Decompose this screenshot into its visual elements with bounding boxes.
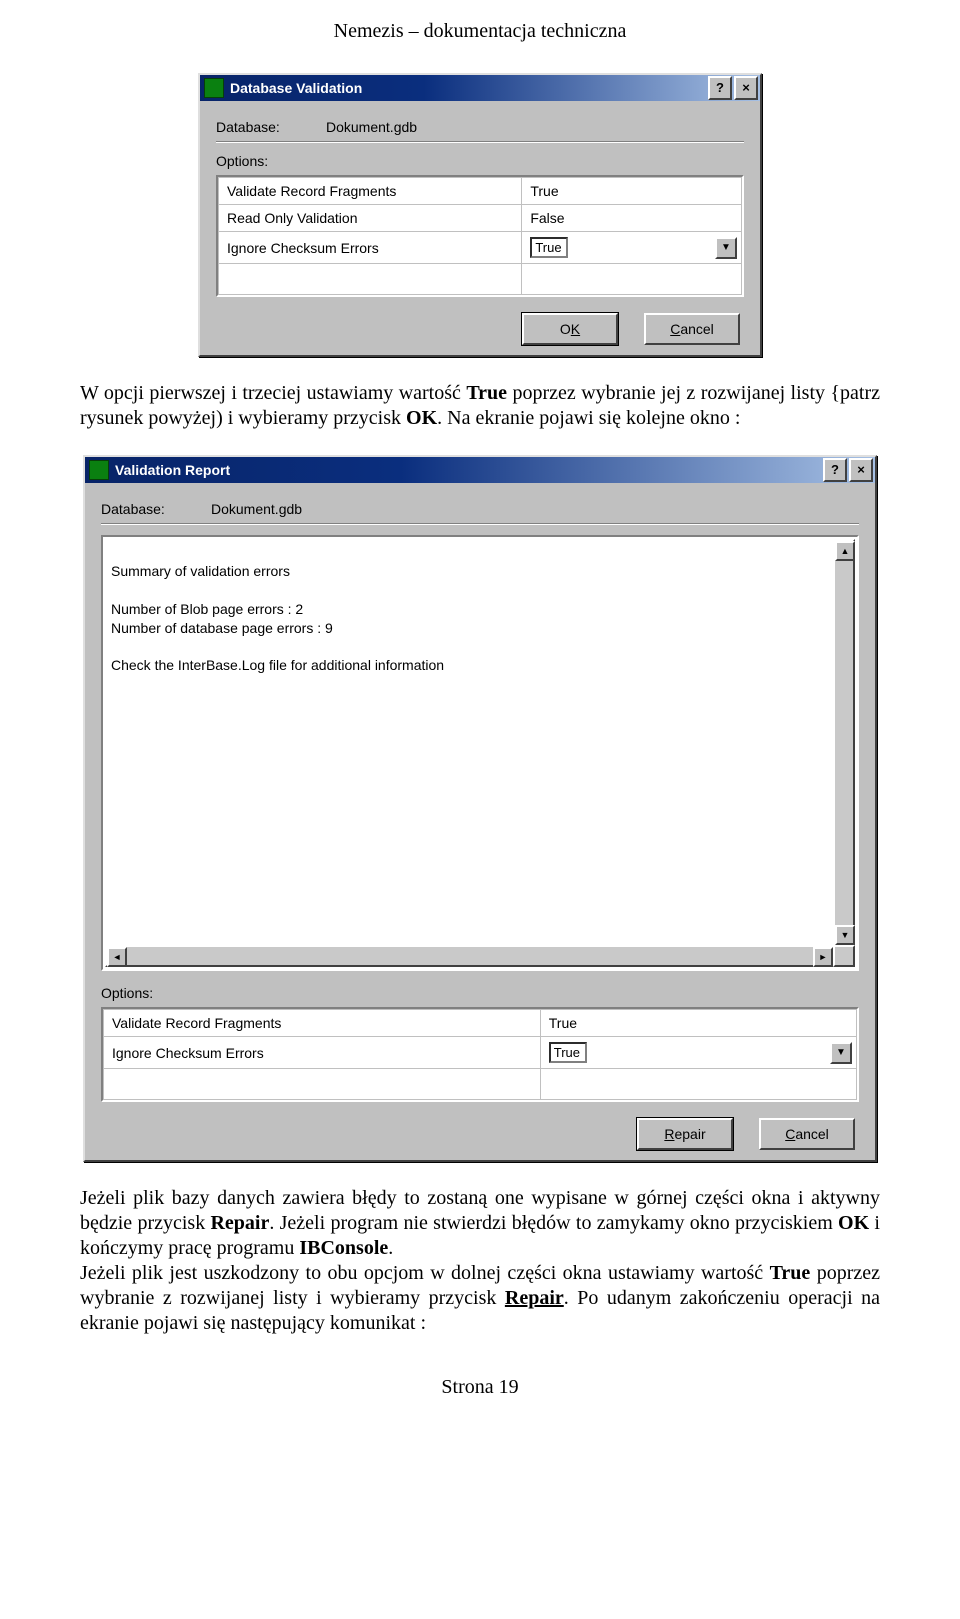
option-row: Validate Record Fragments True [219,178,742,205]
option-value: False [530,210,564,226]
divider [101,523,859,525]
option-row: Ignore Checksum Errors True ▼ [219,232,742,264]
database-value: Dokument.gdb [326,119,417,135]
database-value: Dokument.gdb [211,501,302,517]
option-value: True [530,183,558,199]
document-header: Nemezis – dokumentacja techniczna [80,20,880,43]
scroll-right-icon[interactable]: ► [813,947,833,967]
help-icon[interactable]: ? [823,458,847,482]
option-row: Read Only Validation False [219,205,742,232]
report-text: Summary of validation errors Number of B… [111,563,444,673]
empty-cell [219,264,522,295]
window-title: Validation Report [115,462,230,478]
option-name: Validate Record Fragments [219,178,522,205]
divider [216,141,744,143]
window-icon [204,78,224,98]
titlebar: Validation Report ? × [85,457,875,483]
options-label: Options: [101,985,859,1001]
option-row: Ignore Checksum Errors True ▼ [104,1037,857,1069]
options-grid: Validate Record Fragments True Read Only… [216,175,744,297]
empty-cell [540,1069,856,1100]
paragraph: W opcji pierwszej i trzeciej ustawiamy w… [80,381,880,431]
page-number: Strona 19 [80,1376,880,1399]
database-label: Database: [101,501,211,517]
scrollbar-horizontal[interactable]: ◄ ► [105,945,835,967]
option-value: True [549,1015,577,1031]
option-value-cell[interactable]: False [522,205,742,232]
option-row: Validate Record Fragments True [104,1010,857,1037]
chevron-down-icon[interactable]: ▼ [830,1042,852,1064]
option-value-cell[interactable]: True ▼ [522,232,742,264]
report-textarea[interactable]: Summary of validation errors Number of B… [101,535,859,971]
ok-button[interactable]: OK [522,313,618,345]
option-name: Validate Record Fragments [104,1010,541,1037]
scrollbar-corner [833,945,855,967]
option-value-cell[interactable]: True [540,1010,856,1037]
option-value-selected: True [549,1042,587,1063]
cancel-button[interactable]: Cancel [644,313,740,345]
close-icon[interactable]: × [849,458,873,482]
option-name: Ignore Checksum Errors [219,232,522,264]
repair-button[interactable]: Repair [637,1118,733,1150]
option-name: Ignore Checksum Errors [104,1037,541,1069]
titlebar: Database Validation ? × [200,75,760,101]
window-title: Database Validation [230,80,362,96]
chevron-down-icon[interactable]: ▼ [715,237,737,259]
close-icon[interactable]: × [734,76,758,100]
option-name: Read Only Validation [219,205,522,232]
scroll-up-icon[interactable]: ▲ [835,541,855,561]
window-icon [89,460,109,480]
scroll-left-icon[interactable]: ◄ [107,947,127,967]
help-icon[interactable]: ? [708,76,732,100]
empty-cell [104,1069,541,1100]
database-label: Database: [216,119,326,135]
options-grid: Validate Record Fragments True Ignore Ch… [101,1007,859,1102]
cancel-button[interactable]: Cancel [759,1118,855,1150]
scrollbar-vertical[interactable]: ▲ ▼ [833,539,855,947]
option-value-selected: True [530,237,568,258]
option-value-cell[interactable]: True [522,178,742,205]
scroll-down-icon[interactable]: ▼ [835,925,855,945]
empty-cell [522,264,742,295]
option-value-cell[interactable]: True ▼ [540,1037,856,1069]
options-label: Options: [216,153,744,169]
paragraph: Jeżeli plik bazy danych zawiera błędy to… [80,1186,880,1336]
database-validation-dialog: Database Validation ? × Database: Dokume… [198,73,762,357]
validation-report-dialog: Validation Report ? × Database: Dokument… [83,455,877,1162]
